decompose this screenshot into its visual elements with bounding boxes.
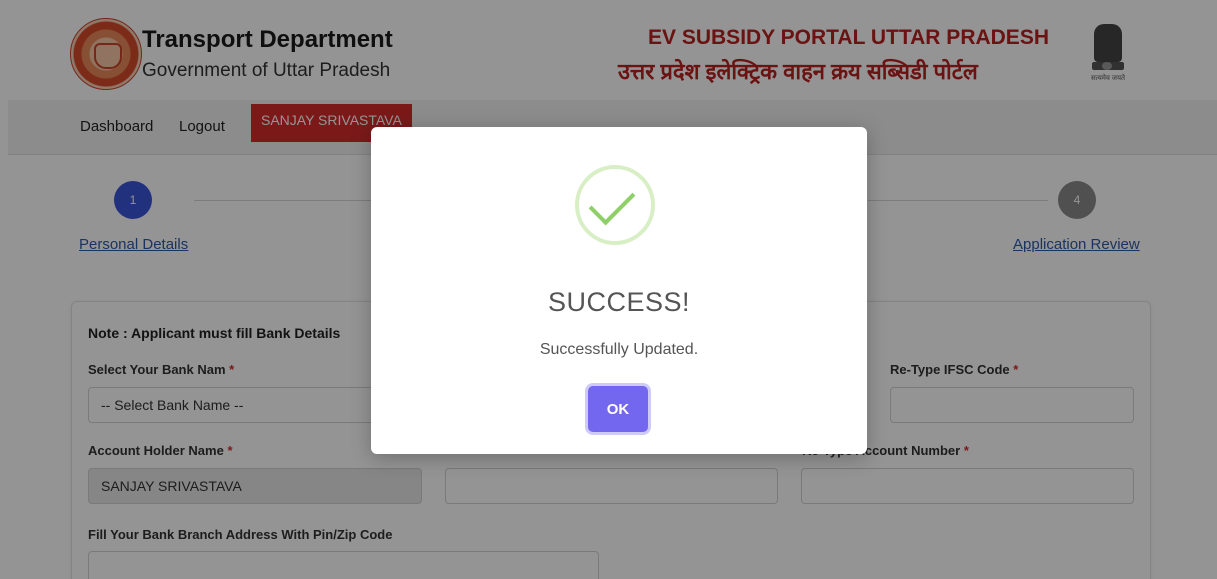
success-check-icon xyxy=(575,165,655,245)
success-dialog: SUCCESS! Successfully Updated. OK xyxy=(371,127,867,454)
dialog-title: SUCCESS! xyxy=(547,287,691,317)
dialog-message: Successfully Updated. xyxy=(539,341,699,358)
ok-button[interactable]: OK xyxy=(588,386,648,432)
